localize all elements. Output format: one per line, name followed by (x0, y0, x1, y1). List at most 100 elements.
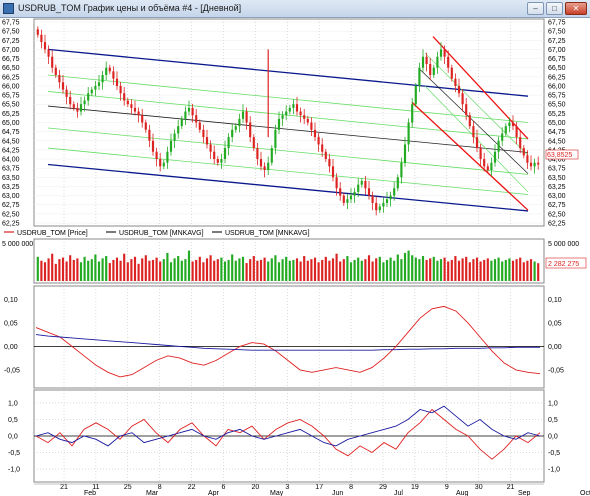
price-candle (263, 166, 266, 171)
price-candle (69, 96, 72, 105)
volume-axis-left-label: 5 000 000 (2, 241, 33, 248)
price-candle (133, 107, 137, 112)
volume-bar (483, 259, 486, 281)
price-candle (371, 195, 374, 203)
price-candle (490, 162, 493, 171)
window-titlebar[interactable]: USDRUB_TOM График цены и объёма #4 - [Дн… (0, 0, 590, 18)
window-title: USDRUB_TOM График цены и объёма #4 - [Дн… (18, 3, 242, 13)
price-candle (216, 159, 219, 163)
volume-bar (216, 259, 219, 281)
volume-bar (335, 253, 338, 281)
price-candle (306, 118, 309, 123)
volume-bar (180, 260, 183, 281)
price-candle (198, 122, 201, 130)
price-candle (79, 104, 83, 112)
price-tick-left: 64,25 (2, 147, 20, 154)
price-tick-left: 65,50 (2, 102, 20, 109)
volume-bar (533, 261, 536, 281)
volume-bar (292, 259, 295, 281)
time-tick-label: 30 (475, 484, 483, 491)
price-candle (385, 199, 389, 203)
volume-bar (342, 259, 345, 281)
price-candle (97, 82, 101, 86)
volume-bar (252, 256, 255, 281)
volume-bar (378, 256, 381, 281)
price-candle (151, 140, 155, 152)
volume-bar (457, 260, 461, 281)
price-tick-right: 63,25 (548, 184, 566, 191)
price-candle (245, 111, 248, 123)
price-tick-right: 62,25 (548, 221, 566, 228)
volume-bar (105, 256, 108, 281)
price-candle (378, 206, 381, 211)
volume-bar (133, 256, 137, 281)
price-candle (457, 85, 461, 94)
volume-bar (346, 256, 349, 281)
volume-bar (51, 253, 54, 281)
volume-bar (393, 260, 396, 281)
volume-bar (241, 256, 245, 281)
price-candle (270, 148, 273, 163)
price-tick-left: 62,25 (2, 221, 20, 228)
volume-bar (270, 258, 273, 281)
price-candle (155, 151, 158, 160)
osc1-tick-left: 0,05 (4, 320, 18, 327)
volume-bar (515, 259, 518, 281)
volume-bar (454, 256, 457, 281)
minimize-button[interactable]: – (527, 2, 544, 15)
volume-bar (349, 262, 353, 281)
maximize-button[interactable]: □ (546, 2, 563, 15)
price-candle (252, 137, 255, 149)
volume-bar (101, 258, 104, 281)
volume-bar (396, 254, 399, 281)
price-candle (259, 159, 263, 167)
price-candle (137, 111, 140, 116)
price-candle (205, 137, 209, 145)
price-candle (90, 89, 93, 94)
volume-bar (274, 255, 277, 281)
price-candle (425, 56, 428, 65)
volume-bar (151, 259, 155, 281)
price-candle (418, 67, 421, 86)
volume-bar (508, 258, 511, 281)
price-candle (256, 148, 259, 160)
volume-bar (411, 255, 414, 281)
price-tick-right: 66,75 (548, 56, 566, 63)
volume-bar (94, 254, 97, 281)
legend-price: USDRUB_TOM [Price] (17, 230, 88, 237)
volume-bar (310, 259, 313, 281)
month-label: May (270, 490, 284, 496)
price-tick-left: 63,75 (2, 166, 20, 173)
osc1-tick-right: -0,05 (548, 367, 564, 374)
volume-bar (198, 256, 201, 281)
time-tick-label: 22 (188, 484, 196, 491)
price-tick-right: 64,50 (548, 138, 566, 145)
price-tick-left: 64,75 (2, 129, 20, 136)
price-candle (389, 195, 392, 200)
volume-bar (403, 252, 407, 281)
volume-bar (519, 257, 522, 281)
volume-bar (468, 262, 471, 281)
volume-bar (126, 262, 129, 281)
volume-bar (144, 255, 147, 281)
price-tick-left: 67,25 (2, 38, 20, 45)
chart-canvas: 67,75 67,75 67,50 67,50 67,25 67,25 67,00 67,00… (2, 18, 590, 496)
price-candle (493, 151, 497, 163)
volume-bar (418, 259, 421, 281)
close-button[interactable]: ✕ (565, 2, 587, 15)
price-tick-left: 64,00 (2, 157, 20, 164)
price-tick-left: 67,50 (2, 29, 20, 36)
volume-bar (159, 261, 162, 281)
price-candle (526, 155, 529, 163)
price-legend: USDRUB_TOM [Price] USDRUB_TOM [MNKAVG] U… (4, 230, 310, 237)
price-candle (508, 122, 511, 127)
volume-bar (425, 259, 428, 281)
price-candle (274, 129, 277, 149)
price-candle (529, 162, 533, 167)
volume-bar (504, 259, 507, 281)
month-label: Feb (84, 490, 96, 496)
price-tick-left: 66,50 (2, 65, 20, 72)
price-candle (169, 140, 173, 152)
price-candle (295, 104, 299, 112)
volume-bar (522, 262, 525, 281)
